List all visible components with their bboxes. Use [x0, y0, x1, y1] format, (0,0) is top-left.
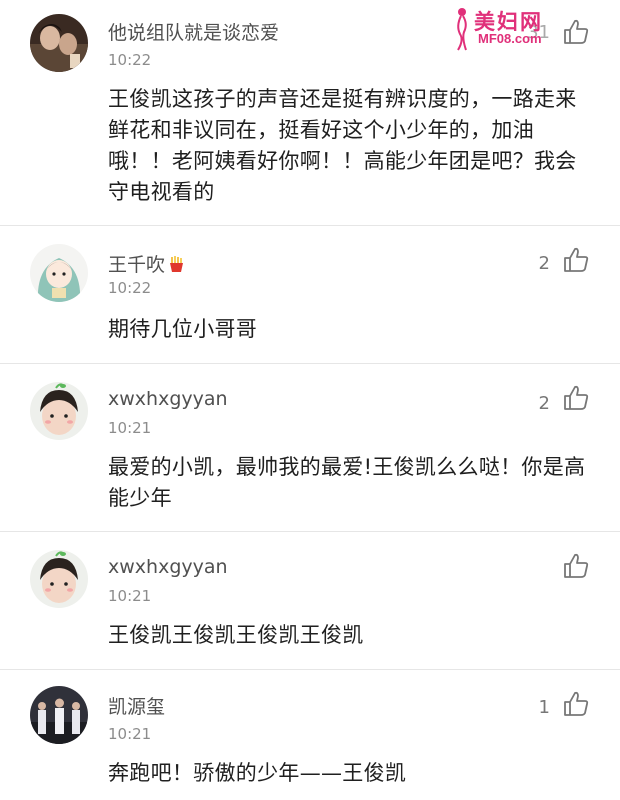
username[interactable]: 凯源玺	[108, 692, 165, 719]
comment-text: 奔跑吧！骄傲的少年——王俊凯	[108, 761, 407, 785]
thumbs-up-icon[interactable]	[562, 384, 590, 412]
avatar[interactable]	[30, 14, 88, 72]
thumbs-up-icon[interactable]	[562, 246, 590, 274]
thumbs-up-icon[interactable]	[562, 690, 590, 718]
like-count: 2	[538, 253, 550, 274]
comment-text: 王俊凯王俊凯王俊凯王俊凯	[108, 623, 364, 647]
woman-silhouette-icon	[457, 8, 467, 51]
site-watermark: 美妇网 MF08.com	[452, 6, 568, 52]
timestamp: 10:22	[108, 279, 152, 297]
avatar[interactable]	[30, 244, 88, 302]
like-count: 2	[538, 393, 550, 414]
timestamp: 10:22	[108, 51, 152, 69]
comment-item: xwxhxgyyan 10:21 王俊凯王俊凯王俊凯王俊凯	[0, 532, 620, 670]
avatar[interactable]	[30, 686, 88, 744]
username[interactable]: xwxhxgyyan	[108, 556, 228, 578]
timestamp: 10:21	[108, 419, 152, 437]
like-count: 1	[538, 697, 550, 718]
avatar[interactable]	[30, 550, 88, 608]
username[interactable]: 王千吹	[108, 250, 185, 277]
username-text[interactable]: 王千吹	[108, 254, 165, 276]
avatar[interactable]	[30, 382, 88, 440]
watermark-subtitle: MF08.com	[478, 31, 542, 46]
comment-text: 期待几位小哥哥	[108, 317, 258, 341]
comment-text: 王俊凯这孩子的声音还是挺有辨识度的，一路走来鲜花和非议同在，挺看好这个小少年的，…	[108, 87, 577, 204]
comment-text: 最爱的小凯，最帅我的最爱!王俊凯么么哒！你是高能少年	[108, 455, 586, 510]
comment-item: 王千吹 10:22 2 期待几位小哥哥	[0, 226, 620, 364]
timestamp: 10:21	[108, 587, 152, 605]
comment-item: xwxhxgyyan 10:21 2 最爱的小凯，最帅我的最爱!王俊凯么么哒！你…	[0, 364, 620, 532]
username[interactable]: 他说组队就是谈恋爱	[108, 18, 279, 45]
username[interactable]: xwxhxgyyan	[108, 388, 228, 410]
timestamp: 10:21	[108, 725, 152, 743]
comment-item: 凯源玺 10:21 1 奔跑吧！骄傲的少年——王俊凯	[0, 670, 620, 800]
thumbs-up-icon[interactable]	[562, 552, 590, 580]
french-fries-icon	[170, 256, 184, 272]
